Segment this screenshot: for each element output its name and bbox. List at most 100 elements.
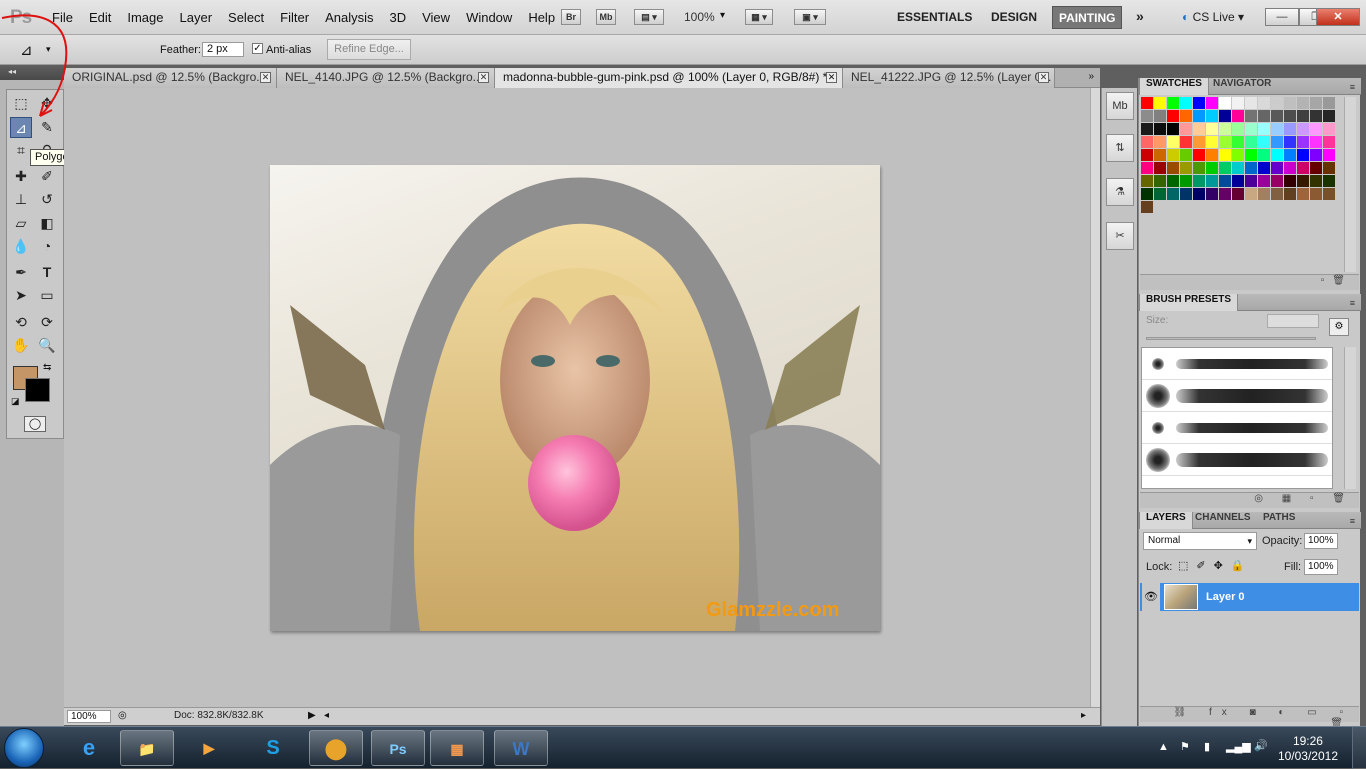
color-swatch[interactable] [1167, 97, 1179, 109]
color-swatch[interactable] [1193, 123, 1205, 135]
blend-mode-select[interactable]: Normal ▾ [1143, 532, 1257, 550]
color-swatch[interactable] [1310, 136, 1322, 148]
history-icon[interactable]: ⇅ [1106, 134, 1134, 162]
color-swatch[interactable] [1167, 123, 1179, 135]
brush-list-scrollbar[interactable] [1344, 347, 1356, 489]
swap-colors-icon[interactable]: ⇆ [43, 362, 51, 373]
tab-paths[interactable]: PATHS [1257, 512, 1301, 529]
color-swatch[interactable] [1310, 149, 1322, 161]
arrange-documents-button[interactable]: ▦ ▾ [745, 9, 773, 25]
color-swatch[interactable] [1271, 188, 1283, 200]
color-swatch[interactable] [1284, 162, 1296, 174]
tools-header[interactable]: ◂◂ [0, 66, 64, 80]
color-swatch[interactable] [1219, 188, 1231, 200]
status-menu-arrow-icon[interactable]: ▶ [308, 710, 316, 721]
menu-image[interactable]: Image [119, 10, 171, 25]
color-swatch[interactable] [1180, 175, 1192, 187]
chrome-taskbar-icon[interactable]: ⬤ [309, 730, 363, 766]
start-button[interactable] [4, 728, 44, 768]
color-swatch[interactable] [1206, 136, 1218, 148]
color-swatch[interactable] [1271, 162, 1283, 174]
tab-original[interactable]: ORIGINAL.psd @ 12.5% (Backgro... ✕ [64, 68, 277, 88]
color-swatch[interactable] [1206, 188, 1218, 200]
view-extras-button[interactable]: ▤ ▾ [634, 9, 664, 25]
color-swatch[interactable] [1310, 188, 1322, 200]
color-swatch[interactable] [1167, 149, 1179, 161]
color-swatch[interactable] [1167, 175, 1179, 187]
healing-brush-tool-icon[interactable]: ✚ [10, 166, 32, 187]
color-swatch[interactable] [1271, 136, 1283, 148]
tab-nel-41222[interactable]: NEL_41222.JPG @ 12.5% (Layer 0... ✕ [843, 68, 1055, 88]
color-swatch[interactable] [1245, 97, 1257, 109]
color-swatch[interactable] [1284, 110, 1296, 122]
mini-bridge-icon[interactable]: Mb [1106, 92, 1134, 120]
clone-source-icon[interactable]: ⚗ [1106, 178, 1134, 206]
color-swatch[interactable] [1310, 97, 1322, 109]
action-center-icon[interactable]: ⚑ [1180, 740, 1190, 753]
color-swatch[interactable] [1258, 110, 1270, 122]
color-swatch[interactable] [1284, 97, 1296, 109]
status-zoom-input[interactable]: 100% [67, 710, 111, 723]
color-swatch[interactable] [1154, 162, 1166, 174]
color-swatch[interactable] [1310, 110, 1322, 122]
clock[interactable]: 19:26 10/03/2012 [1278, 734, 1338, 764]
color-swatch[interactable] [1154, 136, 1166, 148]
bridge-button[interactable]: Br [561, 9, 581, 25]
screen-mode-button[interactable]: ▣ ▾ [794, 9, 826, 25]
color-swatch[interactable] [1206, 149, 1218, 161]
color-swatch[interactable] [1297, 188, 1309, 200]
close-button[interactable]: ✕ [1316, 8, 1360, 26]
scroll-right-icon[interactable]: ▸ [1081, 710, 1086, 721]
marquee-tool-icon[interactable]: ⬚ [10, 93, 32, 114]
menu-filter[interactable]: Filter [272, 10, 317, 25]
path-selection-tool-icon[interactable]: ➤ [10, 285, 32, 306]
canvas-vertical-scrollbar[interactable] [1090, 88, 1100, 707]
close-tab-icon[interactable]: ✕ [1038, 72, 1049, 83]
color-swatch[interactable] [1141, 123, 1153, 135]
color-swatch[interactable] [1323, 175, 1335, 187]
color-swatch[interactable] [1154, 110, 1166, 122]
color-swatch[interactable] [1167, 136, 1179, 148]
color-swatch[interactable] [1193, 188, 1205, 200]
color-swatch[interactable] [1206, 110, 1218, 122]
panel-menu-icon[interactable]: ≡ [1350, 82, 1355, 92]
color-swatch[interactable] [1297, 110, 1309, 122]
color-swatch[interactable] [1323, 97, 1335, 109]
antialias-checkbox[interactable]: ✓ [252, 43, 263, 54]
workspace-painting[interactable]: PAINTING [1052, 6, 1123, 29]
polygonal-lasso-tool-icon[interactable]: ⊿ [10, 117, 32, 138]
color-swatch[interactable] [1206, 175, 1218, 187]
color-swatch[interactable] [1245, 149, 1257, 161]
color-swatch[interactable] [1180, 136, 1192, 148]
default-colors-icon[interactable]: ◪ [11, 396, 20, 407]
3d-orbit-tool-icon[interactable]: ⟳ [36, 312, 58, 333]
brush-preset[interactable] [1142, 348, 1332, 380]
color-swatch[interactable] [1271, 97, 1283, 109]
color-swatch[interactable] [1310, 162, 1322, 174]
crop-tool-icon[interactable]: ⌗ [10, 140, 32, 161]
color-swatch[interactable] [1193, 136, 1205, 148]
color-swatch[interactable] [1284, 149, 1296, 161]
color-swatch[interactable] [1167, 110, 1179, 122]
media-player-taskbar-icon[interactable]: ▶ [182, 730, 236, 766]
color-swatch[interactable] [1271, 175, 1283, 187]
color-swatch[interactable] [1219, 110, 1231, 122]
color-swatch[interactable] [1232, 110, 1244, 122]
color-swatch[interactable] [1206, 123, 1218, 135]
color-swatch[interactable] [1193, 162, 1205, 174]
color-swatch[interactable] [1180, 149, 1192, 161]
color-swatch[interactable] [1245, 188, 1257, 200]
color-swatch[interactable] [1245, 110, 1257, 122]
quick-selection-tool-icon[interactable]: ✎ [36, 117, 58, 138]
panel-menu-icon[interactable]: ≡ [1350, 516, 1355, 526]
color-swatch[interactable] [1258, 162, 1270, 174]
menu-file[interactable]: File [44, 10, 81, 25]
delete-swatch-icon[interactable]: 🗑 [1332, 275, 1353, 286]
battery-icon[interactable]: ▮ [1204, 740, 1210, 753]
brush-preset[interactable] [1142, 444, 1332, 476]
dodge-tool-icon[interactable]: ◔ [36, 236, 58, 257]
color-swatch[interactable] [1167, 188, 1179, 200]
color-swatch[interactable] [1180, 123, 1192, 135]
color-swatch[interactable] [1232, 136, 1244, 148]
volume-icon[interactable]: 🔊 [1254, 739, 1268, 752]
